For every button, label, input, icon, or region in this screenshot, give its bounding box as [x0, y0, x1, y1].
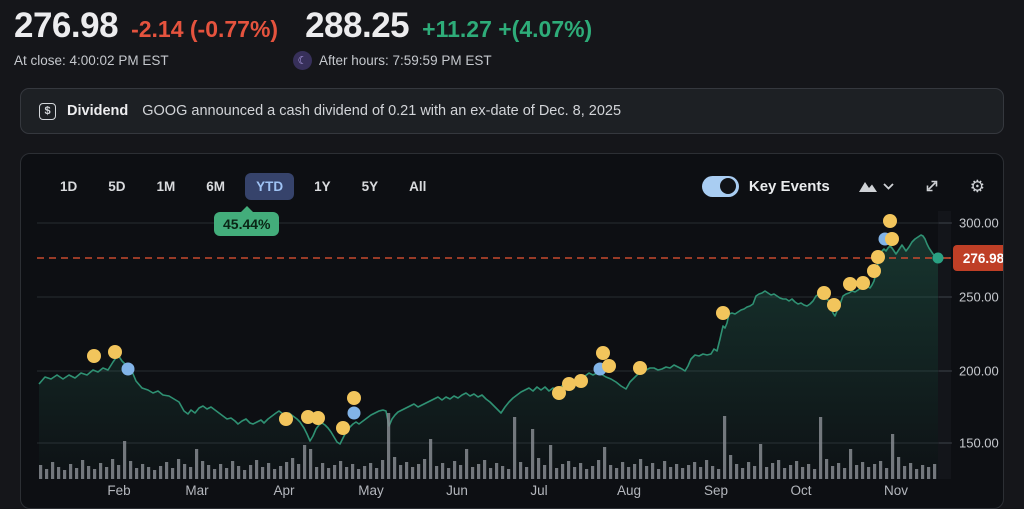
last-price-dot — [933, 253, 944, 264]
key-events-group: Key Events — [702, 176, 830, 197]
event-dot-yellow[interactable] — [87, 349, 101, 363]
y-axis-label: 200.00 — [959, 364, 999, 379]
event-dot-yellow[interactable] — [827, 298, 841, 312]
event-dot-yellow[interactable] — [856, 276, 870, 290]
month-label: Aug — [617, 483, 641, 498]
event-dot-yellow[interactable] — [817, 286, 831, 300]
y-axis-label: 150.00 — [959, 436, 999, 451]
y-axis-label: 300.00 — [959, 216, 999, 231]
settings-button[interactable]: ⚙ — [968, 176, 987, 197]
range-button-ytd[interactable]: YTD — [245, 173, 294, 200]
range-button-5y[interactable]: 5Y — [351, 173, 390, 200]
event-dot-yellow[interactable] — [633, 361, 647, 375]
range-button-6m[interactable]: 6M — [195, 173, 236, 200]
event-dot-yellow[interactable] — [108, 345, 122, 359]
range-button-1d[interactable]: 1D — [49, 173, 88, 200]
range-button-5d[interactable]: 5D — [97, 173, 136, 200]
event-dot-yellow[interactable] — [336, 421, 350, 435]
toggle-knob — [720, 178, 736, 194]
event-dot-yellow[interactable] — [885, 232, 899, 246]
chart-type-button[interactable] — [856, 177, 896, 195]
month-label: Mar — [185, 483, 209, 498]
price-chart[interactable]: 300.00 250.00 200.00 150.00 Feb Mar Apr May Jun J… — [21, 154, 1003, 508]
fullscreen-button[interactable] — [922, 176, 942, 196]
month-label: Jun — [446, 483, 468, 498]
banner-tag: Dividend — [67, 103, 128, 119]
after-hours-change: +11.27 +(4.07%) — [422, 16, 592, 43]
price-row: 276.98 -2.14 (-0.77%) 288.25 +11.27 +(4.… — [14, 6, 1010, 46]
event-dot-yellow[interactable] — [562, 377, 576, 391]
event-dot-blue[interactable] — [122, 363, 135, 376]
dividend-banner[interactable]: $ Dividend GOOG announced a cash dividen… — [20, 88, 1004, 134]
ytd-return-badge: 45.44% — [214, 212, 279, 236]
event-dot-yellow[interactable] — [883, 214, 897, 228]
price-area-fill — [39, 235, 938, 479]
event-dot-yellow[interactable] — [716, 306, 730, 320]
at-close-label: At close: 4:00:02 PM EST — [14, 53, 169, 68]
month-label: Sep — [704, 483, 728, 498]
current-price-tag: 276.98 — [953, 245, 1004, 271]
quote-meta-row: At close: 4:00:02 PM EST ☾ After hours: … — [14, 51, 1010, 71]
month-label: Apr — [273, 483, 295, 498]
key-events-label: Key Events — [749, 178, 830, 195]
month-axis: Feb Mar Apr May Jun Jul Aug Sep Oct Nov — [107, 483, 908, 498]
chart-card: 1D 5D 1M 6M YTD 1Y 5Y All Key Events — [20, 153, 1004, 509]
quote-header: 276.98 -2.14 (-0.77%) 288.25 +11.27 +(4.… — [14, 6, 1010, 71]
moon-icon: ☾ — [293, 51, 312, 70]
event-dot-yellow[interactable] — [867, 264, 881, 278]
event-dot-blue[interactable] — [348, 407, 361, 420]
key-events-toggle[interactable] — [702, 176, 739, 197]
after-hours-label: After hours: 7:59:59 PM EST — [319, 53, 492, 68]
event-dot-yellow[interactable] — [347, 391, 361, 405]
event-dot-yellow[interactable] — [574, 374, 588, 388]
y-axis-label: 250.00 — [959, 290, 999, 305]
event-dot-yellow[interactable] — [279, 412, 293, 426]
event-dot-yellow[interactable] — [602, 359, 616, 373]
expand-icon — [924, 178, 940, 194]
banner-text: GOOG announced a cash dividend of 0.21 w… — [142, 103, 621, 119]
mountain-icon — [858, 179, 878, 193]
gear-icon: ⚙ — [970, 178, 985, 195]
month-label: Jul — [530, 483, 547, 498]
month-label: Oct — [790, 483, 811, 498]
after-hours-group: ☾ After hours: 7:59:59 PM EST — [293, 51, 492, 70]
range-selector: 1D 5D 1M 6M YTD 1Y 5Y All — [49, 173, 437, 200]
chevron-down-icon — [883, 183, 894, 190]
dollar-icon: $ — [39, 103, 56, 120]
event-dot-yellow[interactable] — [843, 277, 857, 291]
month-label: May — [358, 483, 384, 498]
range-button-1m[interactable]: 1M — [146, 173, 187, 200]
event-dot-yellow[interactable] — [596, 346, 610, 360]
event-dot-yellow[interactable] — [311, 411, 325, 425]
month-label: Nov — [884, 483, 908, 498]
close-price: 276.98 — [14, 6, 118, 46]
close-change: -2.14 (-0.77%) — [131, 16, 278, 43]
after-hours-price: 288.25 — [305, 6, 409, 46]
after-hours-band — [938, 211, 951, 479]
range-button-1y[interactable]: 1Y — [303, 173, 342, 200]
event-dot-yellow[interactable] — [871, 250, 885, 264]
chart-controls: 1D 5D 1M 6M YTD 1Y 5Y All Key Events — [21, 165, 1003, 207]
range-button-all[interactable]: All — [398, 173, 437, 200]
chart-tools: Key Events ⚙ — [702, 176, 987, 197]
month-label: Feb — [107, 483, 130, 498]
